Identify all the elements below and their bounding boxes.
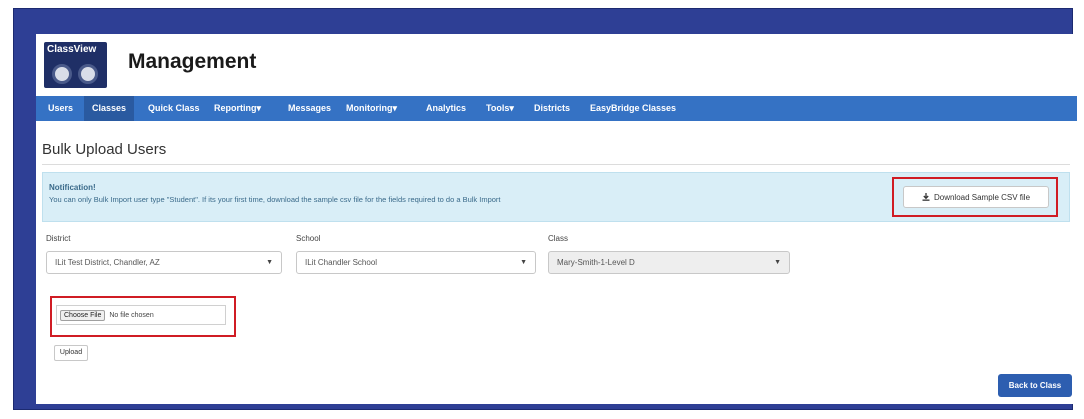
chevron-down-icon: ▼ [266, 259, 273, 266]
main-nav: Users Classes Quick Class Reporting▾ Mes… [36, 96, 1077, 121]
screenshot-frame: ClassView Management Users Classes Quick… [13, 8, 1077, 410]
notification-body: You can only Bulk Import user type "Stud… [49, 195, 501, 204]
back-to-class-button[interactable]: Back to Class [998, 374, 1072, 397]
nav-item-monitoring[interactable]: Monitoring▾ [338, 96, 405, 121]
nav-item-messages[interactable]: Messages [280, 96, 339, 121]
class-select[interactable]: Mary-Smith-1-Level D ▼ [548, 251, 790, 274]
nav-item-quick-class[interactable]: Quick Class [140, 96, 208, 121]
notification-title: Notification! [49, 183, 96, 192]
school-value: ILit Chandler School [305, 258, 378, 267]
district-select[interactable]: ILit Test District, Chandler, AZ ▼ [46, 251, 282, 274]
download-button-label: Download Sample CSV file [933, 192, 1031, 202]
app-window: ClassView Management Users Classes Quick… [36, 34, 1077, 404]
download-sample-csv-button[interactable]: Download Sample CSV file [903, 186, 1049, 208]
download-icon [922, 193, 930, 201]
nav-item-easybridge-classes[interactable]: EasyBridge Classes [582, 96, 684, 121]
nav-item-analytics[interactable]: Analytics [418, 96, 474, 121]
file-input[interactable]: Choose File No file chosen [56, 305, 226, 325]
logo-eye-icon [78, 64, 98, 84]
district-value: ILit Test District, Chandler, AZ [55, 258, 160, 267]
app-header: ClassView Management [36, 34, 1077, 96]
school-select[interactable]: ILit Chandler School ▼ [296, 251, 536, 274]
file-status: No file chosen [109, 311, 154, 319]
nav-item-reporting[interactable]: Reporting▾ [206, 96, 269, 121]
app-title: Management [128, 50, 257, 73]
logo-eye-icon [52, 64, 72, 84]
class-label: Class [548, 234, 569, 243]
nav-item-districts[interactable]: Districts [526, 96, 578, 121]
class-value: Mary-Smith-1-Level D [557, 258, 635, 267]
school-label: School [296, 234, 321, 243]
upload-button[interactable]: Upload [54, 345, 88, 361]
divider [42, 164, 1070, 165]
classview-logo: ClassView [44, 42, 107, 88]
choose-file-button[interactable]: Choose File [60, 309, 106, 321]
logo-text: ClassView [47, 44, 97, 55]
page-title: Bulk Upload Users [42, 141, 167, 158]
chevron-down-icon: ▼ [520, 259, 527, 266]
nav-item-users[interactable]: Users [40, 96, 81, 121]
nav-item-classes[interactable]: Classes [84, 96, 135, 121]
chevron-down-icon: ▼ [774, 259, 781, 266]
district-label: District [46, 234, 71, 243]
nav-item-tools[interactable]: Tools▾ [478, 96, 522, 121]
